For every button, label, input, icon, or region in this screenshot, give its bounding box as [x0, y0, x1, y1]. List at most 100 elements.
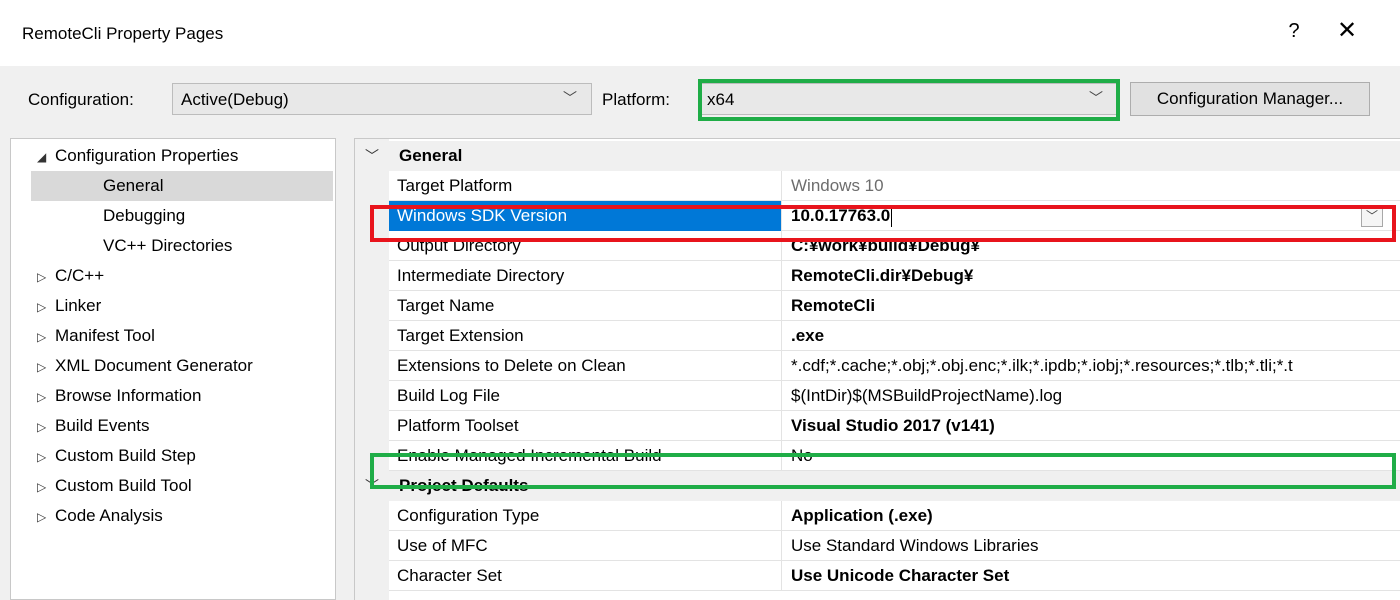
property-row[interactable]: Intermediate Directory RemoteCli.dir¥Debu…	[389, 261, 1400, 291]
expand-triangle-icon[interactable]: ▷	[37, 412, 55, 442]
tree-item-custom-build-step[interactable]: ▷ Custom Build Step	[37, 441, 196, 471]
column-divider	[781, 231, 782, 261]
grid-gutter	[355, 139, 389, 600]
property-grid: ﹀ General Target Platform Windows 10 Windows…	[354, 138, 1400, 600]
platform-label: Platform:	[602, 90, 671, 109]
expand-triangle-icon[interactable]: ▷	[37, 262, 55, 292]
tree-item-custom-build-tool[interactable]: ▷ Custom Build Tool	[37, 471, 192, 501]
property-row[interactable]: Configuration Type Application (.exe)	[389, 501, 1400, 531]
tree-item-code-analysis[interactable]: ▷ Code Analysis	[37, 501, 163, 531]
configuration-dropdown[interactable]: Active(Debug) ﹀	[172, 83, 592, 115]
section-title: Project Defaults	[399, 476, 529, 495]
property-value[interactable]: Visual Studio 2017 (v141)	[791, 411, 995, 440]
property-row[interactable]: Extensions to Delete on Clean *.cdf;*.cac…	[389, 351, 1400, 381]
close-icon[interactable]: ✕	[1332, 16, 1362, 45]
chevron-down-icon[interactable]: ﹀	[1361, 205, 1383, 227]
property-value[interactable]: C:¥work¥build¥Debug¥	[791, 231, 980, 260]
tree-item-label: Linker	[55, 296, 102, 315]
property-row[interactable]: Platform Toolset Visual Studio 2017 (v141…	[389, 411, 1400, 441]
property-value[interactable]: Use Unicode Character Set	[791, 561, 1009, 590]
expand-triangle-icon[interactable]: ▷	[37, 352, 55, 382]
tree-item-label: Custom Build Tool	[55, 476, 192, 495]
expand-triangle-icon[interactable]: ▷	[37, 292, 55, 322]
property-value[interactable]: $(IntDir)$(MSBuildProjectName).log	[791, 381, 1062, 410]
chevron-down-icon[interactable]: ﹀	[365, 146, 379, 166]
section-header-general[interactable]: ﹀ General	[355, 141, 1400, 171]
property-value[interactable]: No	[791, 441, 813, 470]
tree-item-build-events[interactable]: ▷ Build Events	[37, 411, 150, 441]
property-value[interactable]: .exe	[791, 321, 824, 350]
property-value-text: $(IntDir)$(MSBuildProjectName).log	[791, 386, 1063, 405]
column-divider	[781, 321, 782, 351]
chevron-down-icon: ﹀	[1089, 90, 1103, 106]
tree-root-configuration-properties[interactable]: ◢ Configuration Properties	[37, 141, 238, 171]
tree-item-c-c[interactable]: ▷ C/C++	[37, 261, 104, 291]
section-header-project-defaults[interactable]: ﹀ Project Defaults	[355, 471, 1400, 501]
column-divider	[781, 441, 782, 471]
tree-item-label: General	[103, 176, 164, 195]
property-value[interactable]: Windows 10	[791, 171, 884, 200]
property-value-text: *.cdf;*.cache;*.obj;*.obj.enc;*.ilk;*.ip…	[791, 356, 1293, 375]
tree-item-xml-document-generator[interactable]: ▷ XML Document Generator	[37, 351, 253, 381]
tree-item-label: Debugging	[103, 206, 186, 225]
property-value[interactable]: Use Standard Windows Libraries	[791, 531, 1039, 560]
expand-triangle-icon[interactable]: ▷	[37, 382, 55, 412]
title-bar: RemoteCli Property Pages ? ✕	[0, 0, 1400, 66]
column-divider	[781, 171, 782, 201]
column-divider	[781, 411, 782, 441]
property-name: Output Directory	[397, 236, 521, 255]
property-row[interactable]: Use of MFC Use Standard Windows Libraries	[389, 531, 1400, 561]
property-value-text: 10.0.17763.0	[791, 206, 891, 225]
platform-dropdown[interactable]: x64 ﹀	[698, 83, 1118, 115]
column-divider	[781, 291, 782, 321]
tree-item-label: XML Document Generator	[55, 356, 253, 375]
property-row[interactable]: Character Set Use Unicode Character Set	[389, 561, 1400, 591]
column-divider	[781, 351, 782, 381]
column-divider	[781, 381, 782, 411]
property-value-text: Use Unicode Character Set	[791, 566, 1010, 585]
property-value[interactable]: 10.0.17763.0	[791, 201, 893, 230]
property-row[interactable]: Output Directory C:¥work¥build¥Debug¥	[389, 231, 1400, 261]
property-name: Use of MFC	[397, 536, 488, 555]
chevron-down-icon[interactable]: ﹀	[365, 476, 379, 496]
tree-item-manifest-tool[interactable]: ▷ Manifest Tool	[37, 321, 155, 351]
property-row[interactable]: Windows SDK Version ﹀ 10.0.17763.0	[389, 201, 1400, 231]
property-value-text: RemoteCli.dir¥Debug¥	[791, 266, 974, 285]
expand-triangle-icon[interactable]: ▷	[37, 322, 55, 352]
property-value[interactable]: Application (.exe)	[791, 501, 933, 530]
tree-item-label: VC++ Directories	[103, 236, 233, 255]
chevron-down-icon: ﹀	[563, 90, 577, 106]
tree-item-vc-directories[interactable]: VC++ Directories	[103, 231, 232, 261]
tree-item-browse-information[interactable]: ▷ Browse Information	[37, 381, 201, 411]
property-value[interactable]: RemoteCli.dir¥Debug¥	[791, 261, 973, 290]
property-value[interactable]: *.cdf;*.cache;*.obj;*.obj.enc;*.ilk;*.ip…	[791, 351, 1293, 380]
property-row[interactable]: Target Name RemoteCli	[389, 291, 1400, 321]
expand-triangle-icon[interactable]: ▷	[37, 442, 55, 472]
property-name: Windows SDK Version	[397, 206, 568, 225]
window-frame	[0, 66, 10, 600]
property-name: Target Extension	[397, 326, 524, 345]
section-title: General	[399, 146, 463, 165]
expand-triangle-icon[interactable]: ▷	[37, 502, 55, 532]
property-value[interactable]: RemoteCli	[791, 291, 875, 320]
expand-triangle-icon[interactable]: ▷	[37, 472, 55, 502]
window-title: RemoteCli Property Pages	[22, 24, 224, 43]
property-name: Intermediate Directory	[397, 266, 565, 285]
property-name: Platform Toolset	[397, 416, 519, 435]
property-tree: ◢ Configuration Properties General Debuggi…	[10, 138, 336, 600]
property-row[interactable]: Build Log File $(IntDir)$(MSBuildProjectN…	[389, 381, 1400, 411]
tree-item-debugging[interactable]: Debugging	[103, 201, 185, 231]
tree-item-general[interactable]: General	[31, 171, 333, 201]
tree-item-linker[interactable]: ▷ Linker	[37, 291, 101, 321]
configuration-label: Configuration:	[28, 90, 134, 109]
property-value-text: RemoteCli	[791, 296, 876, 315]
configuration-manager-button[interactable]: Configuration Manager...	[1130, 82, 1370, 116]
help-button[interactable]: ?	[1284, 20, 1304, 43]
tree-item-label: Build Events	[55, 416, 150, 435]
tree-item-label: C/C++	[55, 266, 105, 285]
property-row[interactable]: Enable Managed Incremental Build No	[389, 441, 1400, 471]
property-value-text: No	[791, 446, 813, 465]
property-row[interactable]: Target Platform Windows 10	[389, 171, 1400, 201]
property-row[interactable]: Target Extension .exe	[389, 321, 1400, 351]
property-value-text: Visual Studio 2017 (v141)	[791, 416, 995, 435]
